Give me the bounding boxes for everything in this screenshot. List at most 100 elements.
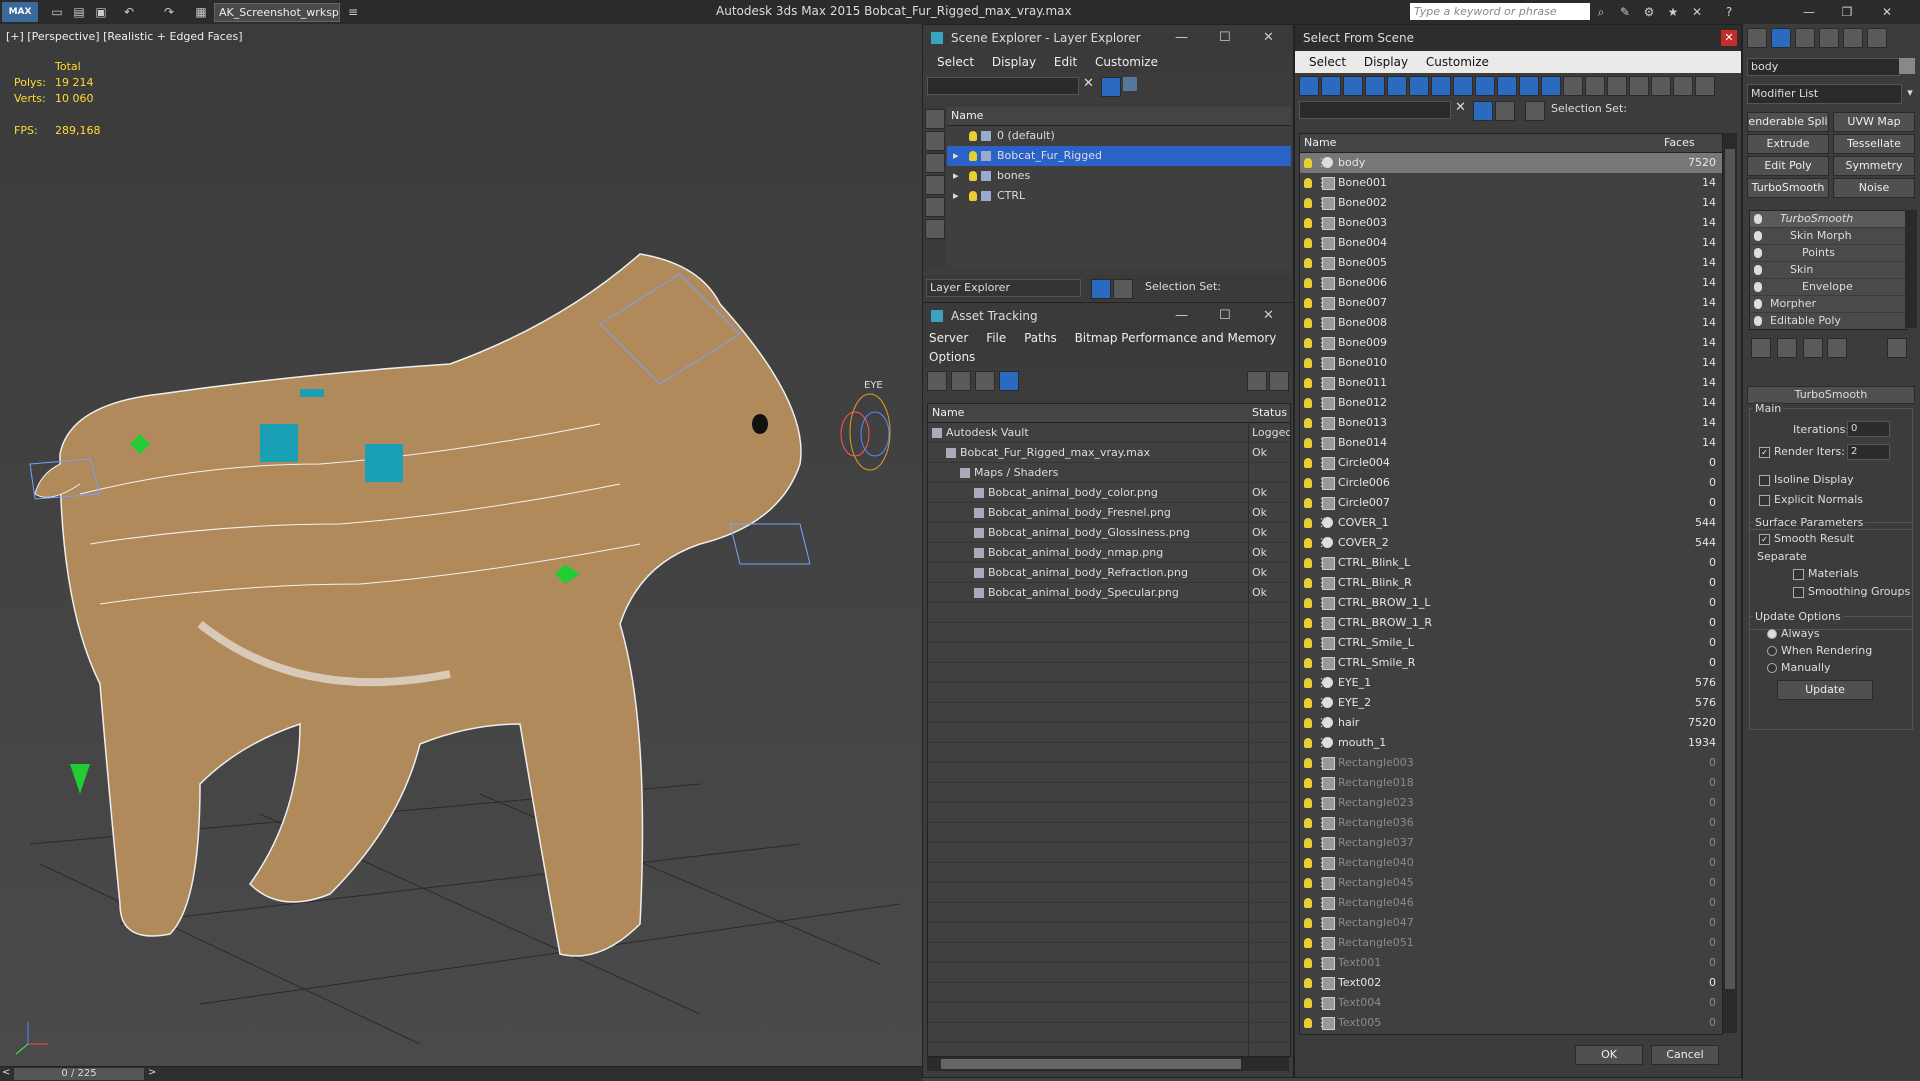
always-radio[interactable] (1767, 629, 1777, 639)
object-row[interactable]: ⋮CTRL_Smile_L0 (1300, 633, 1722, 653)
search-input[interactable]: Type a keyword or phrase (1410, 3, 1590, 20)
manually-radio[interactable] (1767, 663, 1777, 673)
expand-arrow-icon[interactable]: ▸ (953, 146, 959, 166)
light-bulb-icon[interactable] (1304, 518, 1312, 528)
star-icon[interactable]: ★ (1664, 3, 1682, 21)
object-row[interactable]: ⋮body7520 (1300, 153, 1722, 173)
binoculars-icon[interactable]: ⌕ (1592, 3, 1610, 21)
light-bulb-icon[interactable] (1304, 658, 1312, 668)
light-bulb-icon[interactable] (1304, 318, 1312, 328)
renderable-spline-button[interactable]: enderable Spli (1747, 112, 1829, 132)
noise-button[interactable]: Noise (1833, 178, 1915, 198)
close-x-icon[interactable]: ✕ (1688, 3, 1706, 21)
object-row[interactable]: ⋮EYE_2576 (1300, 693, 1722, 713)
list-view-icon[interactable] (951, 371, 971, 391)
light-bulb-icon[interactable] (1304, 578, 1312, 588)
layer-row[interactable]: ▸ bones (947, 166, 1291, 186)
light-bulb-icon[interactable] (1304, 538, 1312, 548)
display-geometry-icon[interactable] (925, 109, 945, 129)
filter-containers-icon[interactable] (1497, 76, 1517, 96)
filter-icon[interactable] (1473, 101, 1493, 121)
when-rendering-radio[interactable] (1767, 646, 1777, 656)
object-row[interactable]: ⋮Bone01314 (1300, 413, 1722, 433)
toggle-bulb-icon[interactable] (1754, 214, 1762, 224)
project-folder-icon[interactable]: ▦ (192, 3, 210, 21)
display-tab-icon[interactable] (1843, 28, 1863, 48)
object-row[interactable]: ⋮Bone01014 (1300, 353, 1722, 373)
object-row[interactable]: ⋮mouth_11934 (1300, 733, 1722, 753)
window-close-icon[interactable]: ✕ (1878, 3, 1896, 21)
menu-paths[interactable]: Paths (1024, 331, 1057, 345)
asset-horizontal-scrollbar[interactable] (927, 1057, 1289, 1071)
menu-display[interactable]: Display (992, 55, 1036, 69)
light-bulb-icon[interactable] (1304, 218, 1312, 228)
light-bulb-icon[interactable] (1304, 878, 1312, 888)
explicit-normals-checkbox[interactable] (1759, 494, 1770, 506)
object-name-input[interactable]: body (1747, 58, 1900, 76)
chevron-down-icon[interactable]: ▾ (1903, 84, 1917, 102)
object-row[interactable]: ⋮Rectangle0400 (1300, 853, 1722, 873)
object-row[interactable]: ⋮CTRL_BROW_1_L0 (1300, 593, 1722, 613)
menu-select[interactable]: Select (1309, 55, 1346, 69)
object-row[interactable]: ⋮CTRL_Smile_R0 (1300, 653, 1722, 673)
close-icon[interactable]: ✕ (1263, 25, 1274, 51)
configure-sets-icon[interactable] (1887, 338, 1907, 358)
perspective-viewport[interactable]: [+] [Perspective] [Realistic + Edged Fac… (0, 24, 922, 1066)
new-file-icon[interactable]: ▭ (48, 3, 66, 21)
filter-groups-icon[interactable] (1431, 76, 1451, 96)
object-row[interactable]: ⋮COVER_1544 (1300, 513, 1722, 533)
menu-customize[interactable]: Customize (1095, 55, 1158, 69)
make-unique-icon[interactable] (1803, 338, 1823, 358)
select-search-input[interactable] (1299, 101, 1451, 119)
object-row[interactable]: ⋮Bone00114 (1300, 173, 1722, 193)
layer-row[interactable]: ▸ CTRL (947, 186, 1291, 206)
hierarchy-icon[interactable] (1525, 101, 1545, 121)
filter-helpers-icon[interactable] (1387, 76, 1407, 96)
light-bulb-icon[interactable] (1304, 858, 1312, 868)
asset-status-column-header[interactable]: Status (1252, 404, 1287, 422)
light-bulb-icon[interactable] (1304, 638, 1312, 648)
object-row[interactable]: ⋮Rectangle0460 (1300, 893, 1722, 913)
layer-row[interactable]: 0 (default) (947, 126, 1291, 146)
scene-explorer-titlebar[interactable]: Scene Explorer - Layer Explorer — ☐ ✕ (923, 25, 1293, 51)
asset-row[interactable]: Maps / Shaders (928, 463, 1290, 483)
restore-icon[interactable]: ☐ (1219, 303, 1231, 329)
tessellate-button[interactable]: Tessellate (1833, 134, 1915, 154)
object-row[interactable]: ⋮CTRL_Blink_L0 (1300, 553, 1722, 573)
subscription-icon[interactable]: ⚙ (1640, 3, 1658, 21)
utilities-tab-icon[interactable] (1867, 28, 1887, 48)
light-bulb-icon[interactable] (1304, 798, 1312, 808)
asset-row[interactable]: Bobcat_animal_body_Glossiness.png Ok (928, 523, 1290, 543)
stack-item[interactable]: Skin Morph (1750, 228, 1906, 245)
light-bulb-icon[interactable] (1304, 258, 1312, 268)
time-slider[interactable]: 0 / 225 (14, 1068, 144, 1080)
menu-select[interactable]: Select (937, 55, 974, 69)
light-bulb-icon[interactable] (1304, 378, 1312, 388)
restore-icon[interactable]: ❐ (1838, 3, 1856, 21)
object-name-column-header[interactable]: Name (1304, 134, 1336, 152)
ok-button[interactable]: OK (1575, 1045, 1643, 1065)
prev-frame-icon[interactable]: < (2, 1067, 10, 1078)
light-bulb-icon[interactable] (969, 131, 977, 141)
time-slider-bar[interactable]: < 0 / 225 > (0, 1066, 922, 1081)
workspace-dropdown[interactable]: AK_Screenshot_wrksp (214, 3, 340, 22)
light-bulb-icon[interactable] (1304, 358, 1312, 368)
object-row[interactable]: ⋮Bone00714 (1300, 293, 1722, 313)
object-row[interactable]: ⋮hair7520 (1300, 713, 1722, 733)
object-row[interactable]: ⋮Bone00514 (1300, 253, 1722, 273)
pin-stack-icon[interactable] (1751, 338, 1771, 358)
stack-scrollbar[interactable] (1905, 210, 1917, 328)
stack-item[interactable]: TurboSmooth (1750, 211, 1906, 228)
menu-bitmap-performance[interactable]: Bitmap Performance and Memory (1075, 331, 1277, 345)
filter-icon[interactable] (1101, 77, 1121, 97)
layer-icon[interactable] (1495, 101, 1515, 121)
object-row[interactable]: ⋮Rectangle0510 (1300, 933, 1722, 953)
light-bulb-icon[interactable] (1304, 618, 1312, 628)
asset-row[interactable]: Bobcat_animal_body_Fresnel.png Ok (928, 503, 1290, 523)
layer-options-icon[interactable] (1123, 77, 1137, 91)
filter-shapes-icon[interactable] (1321, 76, 1341, 96)
asset-tracking-titlebar[interactable]: Asset Tracking — ☐ ✕ (923, 303, 1293, 329)
scene-explorer-search-input[interactable] (927, 77, 1079, 95)
asset-row[interactable]: Bobcat_Fur_Rigged_max_vray.max Ok (928, 443, 1290, 463)
stack-item[interactable]: Morpher (1750, 296, 1906, 313)
